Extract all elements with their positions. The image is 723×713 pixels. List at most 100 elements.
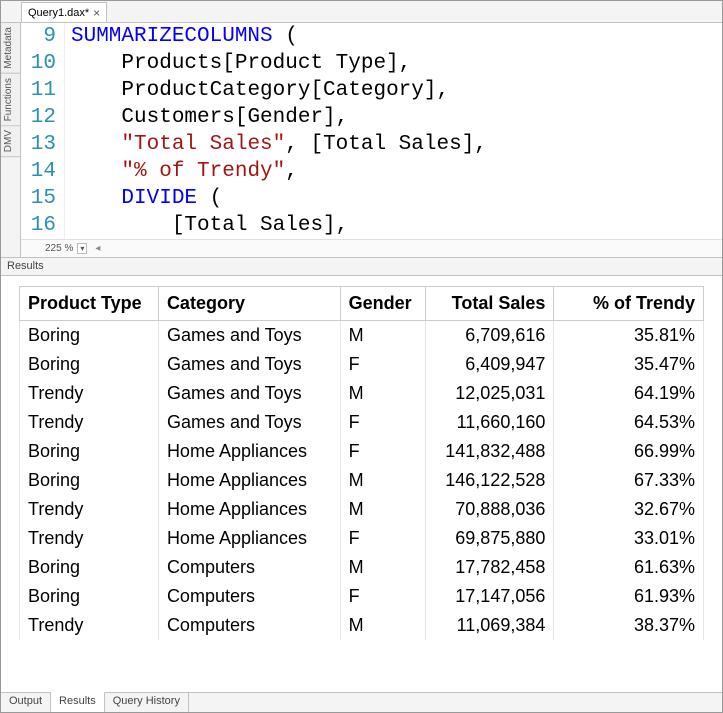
cell: 33.01% bbox=[554, 524, 704, 553]
column-header[interactable]: % of Trendy bbox=[554, 287, 704, 321]
column-header[interactable]: Product Type bbox=[20, 287, 159, 321]
table-row[interactable]: TrendyComputersM11,069,38438.37% bbox=[20, 611, 704, 640]
cell: 11,069,384 bbox=[426, 611, 554, 640]
code-viewport[interactable]: 9SUMMARIZECOLUMNS (10 Products[Product T… bbox=[21, 23, 722, 239]
cell: 146,122,528 bbox=[426, 466, 554, 495]
cell: Games and Toys bbox=[158, 408, 340, 437]
cell: 69,875,880 bbox=[426, 524, 554, 553]
table-row[interactable]: TrendyGames and ToysM12,025,03164.19% bbox=[20, 379, 704, 408]
code-text[interactable]: "% of Trendy", bbox=[65, 158, 722, 185]
code-text[interactable]: SUMMARIZECOLUMNS ( bbox=[65, 23, 722, 50]
cell: 70,888,036 bbox=[426, 495, 554, 524]
cell: 67.33% bbox=[554, 466, 704, 495]
code-line: 14 "% of Trendy", bbox=[21, 158, 722, 185]
code-text[interactable]: "Total Sales", [Total Sales], bbox=[65, 131, 722, 158]
cell: Home Appliances bbox=[158, 466, 340, 495]
column-header[interactable]: Category bbox=[158, 287, 340, 321]
bottom-tab-output[interactable]: Output bbox=[1, 693, 51, 712]
cell: M bbox=[340, 495, 426, 524]
line-number: 13 bbox=[21, 131, 65, 158]
cell: 141,832,488 bbox=[426, 437, 554, 466]
line-number: 11 bbox=[21, 77, 65, 104]
cell: 17,782,458 bbox=[426, 553, 554, 582]
table-row[interactable]: BoringComputersM17,782,45861.63% bbox=[20, 553, 704, 582]
code-line: 10 Products[Product Type], bbox=[21, 50, 722, 77]
cell: M bbox=[340, 321, 426, 351]
side-tab-metadata[interactable]: Metadata bbox=[1, 23, 20, 74]
cell: Home Appliances bbox=[158, 495, 340, 524]
cell: 66.99% bbox=[554, 437, 704, 466]
cell: Boring bbox=[20, 582, 159, 611]
cell: Trendy bbox=[20, 495, 159, 524]
cell: F bbox=[340, 582, 426, 611]
bottom-tab-query-history[interactable]: Query History bbox=[105, 693, 189, 712]
code-text[interactable]: Customers[Gender], bbox=[65, 104, 722, 131]
results-header-row: Product TypeCategoryGenderTotal Sales% o… bbox=[20, 287, 704, 321]
results-panel-header: Results bbox=[1, 258, 722, 276]
cell: 35.47% bbox=[554, 350, 704, 379]
line-number: 9 bbox=[21, 23, 65, 50]
cell: M bbox=[340, 553, 426, 582]
side-tab-dmv[interactable]: DMV bbox=[1, 126, 20, 157]
cell: 61.63% bbox=[554, 553, 704, 582]
cell: Boring bbox=[20, 553, 159, 582]
cell: M bbox=[340, 611, 426, 640]
cell: Home Appliances bbox=[158, 524, 340, 553]
code-text[interactable]: [Total Sales], bbox=[65, 212, 722, 239]
code-line: 15 DIVIDE ( bbox=[21, 185, 722, 212]
table-row[interactable]: BoringComputersF17,147,05661.93% bbox=[20, 582, 704, 611]
cell: Computers bbox=[158, 611, 340, 640]
line-number: 15 bbox=[21, 185, 65, 212]
bottom-tab-results[interactable]: Results bbox=[51, 692, 105, 712]
column-header[interactable]: Gender bbox=[340, 287, 426, 321]
cell: 32.67% bbox=[554, 495, 704, 524]
editor-area: MetadataFunctionsDMV 9SUMMARIZECOLUMNS (… bbox=[1, 23, 722, 258]
file-tab[interactable]: Query1.dax* × bbox=[21, 2, 107, 22]
chevron-down-icon[interactable]: ▾ bbox=[77, 243, 87, 254]
column-header[interactable]: Total Sales bbox=[426, 287, 554, 321]
cell: Games and Toys bbox=[158, 350, 340, 379]
cell: 6,409,947 bbox=[426, 350, 554, 379]
chevron-left-icon[interactable]: ◂ bbox=[95, 243, 100, 254]
cell: F bbox=[340, 437, 426, 466]
cell: Boring bbox=[20, 466, 159, 495]
cell: Trendy bbox=[20, 524, 159, 553]
cell: 11,660,160 bbox=[426, 408, 554, 437]
cell: Home Appliances bbox=[158, 437, 340, 466]
cell: Trendy bbox=[20, 408, 159, 437]
table-row[interactable]: BoringGames and ToysM6,709,61635.81% bbox=[20, 321, 704, 351]
table-row[interactable]: TrendyHome AppliancesF69,875,88033.01% bbox=[20, 524, 704, 553]
file-tab-label: Query1.dax* bbox=[28, 7, 89, 19]
code-line: 12 Customers[Gender], bbox=[21, 104, 722, 131]
cell: Boring bbox=[20, 321, 159, 351]
side-tab-functions[interactable]: Functions bbox=[1, 74, 20, 126]
cell: 64.19% bbox=[554, 379, 704, 408]
code-text[interactable]: ProductCategory[Category], bbox=[65, 77, 722, 104]
close-icon[interactable]: × bbox=[93, 7, 100, 19]
bottom-tab-strip: OutputResultsQuery History bbox=[1, 692, 722, 712]
cell: M bbox=[340, 466, 426, 495]
code-text[interactable]: DIVIDE ( bbox=[65, 185, 722, 212]
table-row[interactable]: TrendyHome AppliancesM70,888,03632.67% bbox=[20, 495, 704, 524]
file-tab-strip: Query1.dax* × bbox=[1, 1, 722, 23]
cell: 61.93% bbox=[554, 582, 704, 611]
table-row[interactable]: TrendyGames and ToysF11,660,16064.53% bbox=[20, 408, 704, 437]
cell: Games and Toys bbox=[158, 379, 340, 408]
cell: Computers bbox=[158, 553, 340, 582]
table-row[interactable]: BoringGames and ToysF6,409,94735.47% bbox=[20, 350, 704, 379]
cell: F bbox=[340, 408, 426, 437]
code-line: 16 [Total Sales], bbox=[21, 212, 722, 239]
code-line: 11 ProductCategory[Category], bbox=[21, 77, 722, 104]
table-row[interactable]: BoringHome AppliancesF141,832,48866.99% bbox=[20, 437, 704, 466]
results-pane[interactable]: Product TypeCategoryGenderTotal Sales% o… bbox=[1, 276, 722, 692]
zoom-level[interactable]: 225 % bbox=[45, 243, 73, 254]
cell: F bbox=[340, 350, 426, 379]
code-editor[interactable]: 9SUMMARIZECOLUMNS (10 Products[Product T… bbox=[21, 23, 722, 257]
code-text[interactable]: Products[Product Type], bbox=[65, 50, 722, 77]
table-row[interactable]: BoringHome AppliancesM146,122,52867.33% bbox=[20, 466, 704, 495]
side-tab-strip: MetadataFunctionsDMV bbox=[1, 23, 21, 257]
cell: 6,709,616 bbox=[426, 321, 554, 351]
cell: Boring bbox=[20, 350, 159, 379]
line-number: 12 bbox=[21, 104, 65, 131]
code-line: 9SUMMARIZECOLUMNS ( bbox=[21, 23, 722, 50]
